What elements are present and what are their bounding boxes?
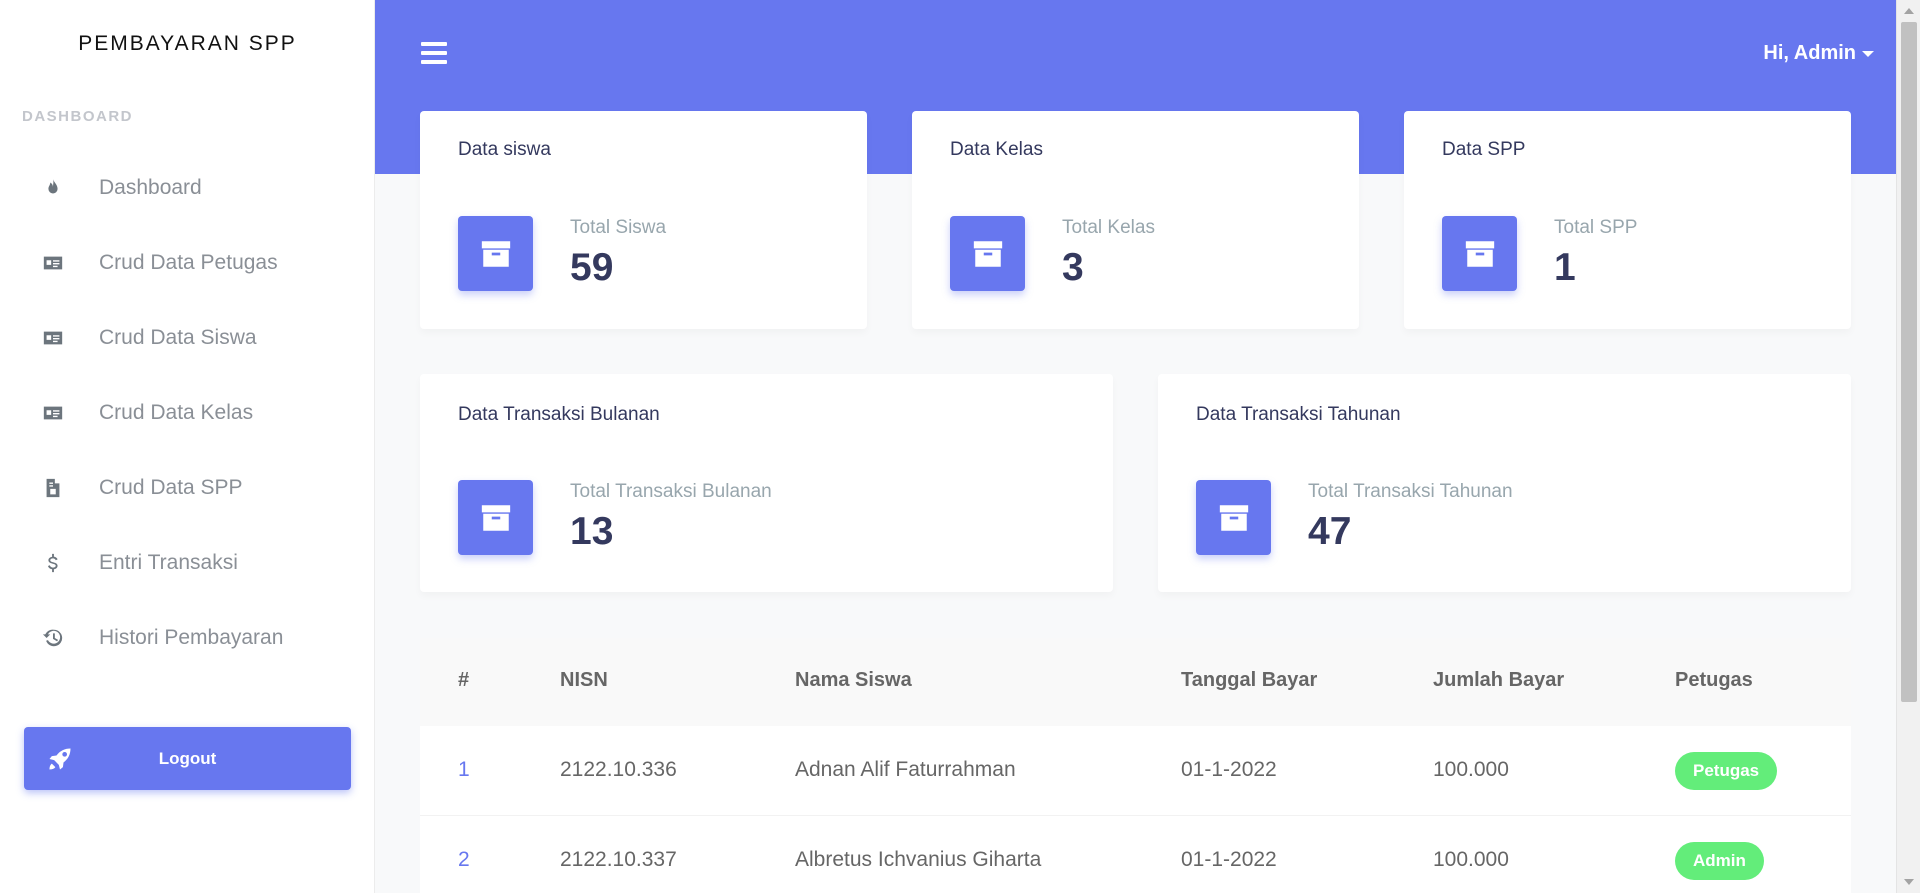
row-number: 2 [458,848,470,871]
stat-card-kelas: Data Kelas Total Kelas 3 [912,111,1359,329]
card-value: 47 [1308,510,1352,553]
archive-icon [458,216,533,291]
cell-nisn: 2122.10.336 [560,758,677,781]
card-value: 13 [570,510,614,553]
scroll-up-icon[interactable] [1904,8,1914,14]
row-number: 1 [458,758,470,781]
fire-icon [40,175,66,201]
cell-jumlah-bayar: 100.000 [1433,848,1509,871]
cell-jumlah-bayar: 100.000 [1433,758,1509,781]
sidebar-item-label: Crud Data Kelas [99,400,254,424]
stat-card-transaksi-bulanan: Data Transaksi Bulanan Total Transaksi B… [420,374,1113,592]
scroll-thumb[interactable] [1901,22,1917,702]
id-card-icon [40,400,66,426]
sidebar-item-crud-kelas[interactable]: Crud Data Kelas [0,375,375,450]
card-value: 1 [1554,246,1576,289]
chevron-down-icon [1862,50,1874,57]
sidebar-item-label: Histori Pembayaran [99,625,284,649]
cell-nama-siswa: Albretus Ichvanius Giharta [795,848,1042,871]
brand-title[interactable]: PEMBAYARAN SPP [0,32,375,56]
id-card-icon [40,250,66,276]
cell-nama-siswa: Adnan Alif Faturrahman [795,758,1016,781]
dollar-icon [40,550,66,576]
archive-icon [1196,480,1271,555]
sidebar-item-histori-pembayaran[interactable]: Histori Pembayaran [0,600,375,675]
sidebar: PEMBAYARAN SPP DASHBOARD Dashboard Crud … [0,0,375,893]
user-menu-dropdown[interactable]: Hi, Admin [1763,42,1874,65]
sidebar-item-label: Entri Transaksi [99,550,238,574]
card-label: Total Kelas [1062,217,1155,238]
sidebar-item-label: Crud Data Petugas [99,250,278,274]
card-title: Data Transaksi Bulanan [458,404,660,425]
cell-tanggal-bayar: 01-1-2022 [1181,758,1277,781]
column-header: NISN [560,669,608,691]
page-scrollbar[interactable] [1896,0,1920,893]
sidebar-item-label: Crud Data Siswa [99,325,257,349]
id-card-icon [40,325,66,351]
sidebar-item-entri-transaksi[interactable]: Entri Transaksi [0,525,375,600]
main-content: Hi, Admin Data siswa Total Siswa 59 Data… [375,0,1896,893]
status-badge: Admin [1675,842,1764,880]
card-title: Data SPP [1442,139,1526,160]
column-header: Petugas [1675,669,1753,691]
card-title: Data siswa [458,139,551,160]
card-value: 3 [1062,246,1084,289]
sidebar-item-crud-siswa[interactable]: Crud Data Siswa [0,300,375,375]
table-row: 1 2122.10.336 Adnan Alif Faturrahman 01-… [420,726,1851,816]
history-icon [40,625,66,651]
stat-card-siswa: Data siswa Total Siswa 59 [420,111,867,329]
card-title: Data Kelas [950,139,1043,160]
sidebar-item-label: Dashboard [99,175,202,199]
table-header: # NISN Nama Siswa Tanggal Bayar Jumlah B… [420,638,1851,726]
archive-icon [458,480,533,555]
cell-nisn: 2122.10.337 [560,848,677,871]
card-title: Data Transaksi Tahunan [1196,404,1401,425]
cell-tanggal-bayar: 01-1-2022 [1181,848,1277,871]
logout-button[interactable]: Logout [24,727,351,790]
sidebar-item-crud-petugas[interactable]: Crud Data Petugas [0,225,375,300]
column-header: # [458,669,470,691]
card-label: Total SPP [1554,217,1638,238]
archive-icon [1442,216,1517,291]
file-invoice-icon [40,475,66,501]
status-badge: Petugas [1675,752,1778,790]
stat-card-spp: Data SPP Total SPP 1 [1404,111,1851,329]
archive-icon [950,216,1025,291]
scroll-down-icon[interactable] [1904,879,1914,885]
transactions-table: # NISN Nama Siswa Tanggal Bayar Jumlah B… [420,638,1851,893]
sidebar-item-label: Crud Data SPP [99,475,243,499]
card-label: Total Siswa [570,217,667,238]
user-greeting: Hi, Admin [1763,42,1856,64]
table-row: 2 2122.10.337 Albretus Ichvanius Giharta… [420,816,1851,893]
card-label: Total Transaksi Tahunan [1308,481,1513,502]
sidebar-item-dashboard[interactable]: Dashboard [0,150,375,225]
column-header: Tanggal Bayar [1181,669,1318,691]
menu-toggle-icon[interactable] [421,42,447,66]
column-header: Jumlah Bayar [1433,669,1565,691]
rocket-icon [46,745,74,773]
sidebar-item-crud-spp[interactable]: Crud Data SPP [0,450,375,525]
column-header: Nama Siswa [795,669,912,691]
card-value: 59 [570,246,614,289]
stat-card-transaksi-tahunan: Data Transaksi Tahunan Total Transaksi T… [1158,374,1851,592]
sidebar-nav: Dashboard Crud Data Petugas Crud Data Si… [0,150,375,675]
card-label: Total Transaksi Bulanan [570,481,772,502]
sidebar-section-label: DASHBOARD [22,108,133,125]
